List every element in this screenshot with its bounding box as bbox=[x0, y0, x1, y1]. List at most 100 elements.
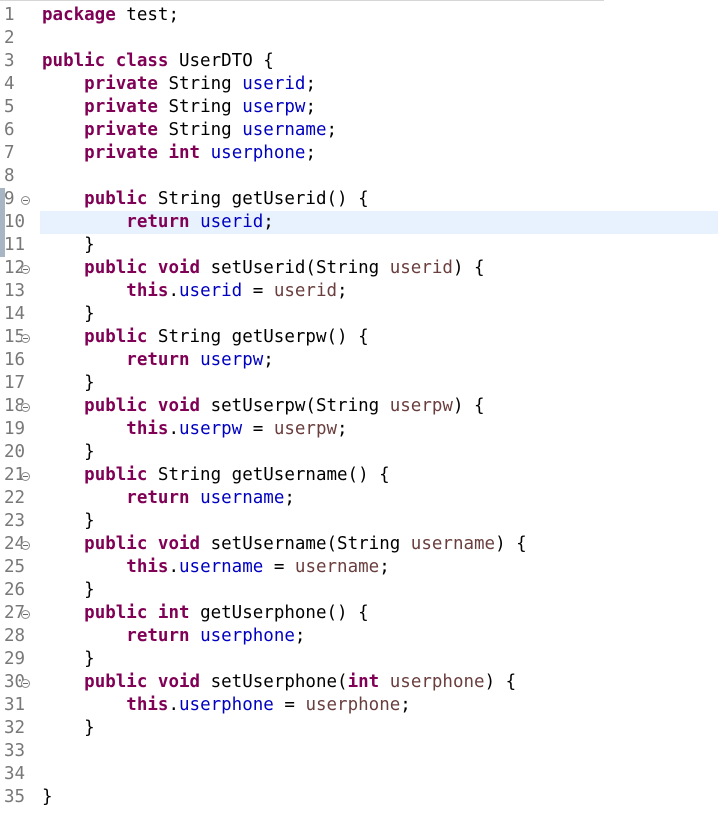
fold-collapse-icon[interactable] bbox=[21, 334, 30, 343]
keyword-token: void bbox=[157, 672, 201, 692]
gutter-line: 18 bbox=[0, 395, 38, 418]
code-line[interactable]: } bbox=[42, 372, 718, 395]
code-text: setUserphone( bbox=[200, 672, 348, 692]
keyword-token: return bbox=[126, 212, 190, 232]
keyword-token: public bbox=[84, 672, 148, 692]
line-number: 31 bbox=[4, 695, 26, 715]
code-text: setUserpw(String bbox=[200, 396, 390, 416]
code-text: ; bbox=[400, 695, 411, 715]
line-number: 11 bbox=[4, 235, 26, 255]
code-editor[interactable]: 1 2 3 4 5 6 7 8 9 10 11 12 13 14 15 16 17 18 19 20 21 22 23 24 2… bbox=[0, 0, 718, 813]
code-text: } bbox=[42, 649, 95, 669]
gutter-line: 8 bbox=[0, 165, 38, 188]
fold-collapse-icon[interactable] bbox=[21, 403, 30, 412]
code-line[interactable]: } bbox=[42, 786, 718, 809]
code-text: setUsername(String bbox=[200, 534, 411, 554]
code-line[interactable]: return userphone; bbox=[42, 625, 718, 648]
code-text: ; bbox=[337, 419, 348, 439]
line-number: 33 bbox=[4, 741, 26, 761]
code-line[interactable]: package test; bbox=[42, 4, 718, 27]
gutter-line: 9 bbox=[0, 188, 38, 211]
code-text: ) { bbox=[484, 672, 517, 692]
code-line[interactable]: } bbox=[42, 510, 718, 533]
code-text: String bbox=[157, 74, 243, 94]
code-line[interactable]: this.username = username; bbox=[42, 556, 718, 579]
code-text: . bbox=[168, 419, 179, 439]
gutter-line: 12 bbox=[0, 257, 38, 280]
code-line[interactable]: public void setUserphone(int userphone) … bbox=[42, 671, 718, 694]
code-line[interactable]: public void setUsername(String username)… bbox=[42, 533, 718, 556]
gutter-line: 10 bbox=[0, 211, 38, 234]
gutter-line: 33 bbox=[0, 740, 38, 763]
code-text: ; bbox=[305, 143, 316, 163]
fold-collapse-icon[interactable] bbox=[21, 196, 30, 205]
gutter-line: 4 bbox=[0, 73, 38, 96]
code-line[interactable]: this.userpw = userpw; bbox=[42, 418, 718, 441]
code-line[interactable]: public int getUserphone() { bbox=[42, 602, 718, 625]
code-text: ) { bbox=[452, 396, 485, 416]
fold-collapse-icon[interactable] bbox=[21, 610, 30, 619]
line-number-gutter[interactable]: 1 2 3 4 5 6 7 8 9 10 11 12 13 14 15 16 17 18 19 20 21 22 23 24 2… bbox=[0, 4, 38, 813]
code-text: UserDTO { bbox=[168, 51, 274, 71]
keyword-token: public bbox=[84, 327, 148, 347]
code-line[interactable] bbox=[42, 763, 718, 786]
gutter-line: 29 bbox=[0, 648, 38, 671]
code-line[interactable]: public void setUserpw(String userpw) { bbox=[42, 395, 718, 418]
code-text: } bbox=[42, 235, 95, 255]
code-line[interactable]: public String getUserpw() { bbox=[42, 326, 718, 349]
keyword-token: this bbox=[126, 281, 169, 301]
code-line[interactable] bbox=[42, 27, 718, 50]
code-line[interactable]: return userpw; bbox=[42, 349, 718, 372]
gutter-line: 27 bbox=[0, 602, 38, 625]
code-line[interactable]: } bbox=[42, 648, 718, 671]
code-text: } bbox=[42, 511, 95, 531]
code-line[interactable]: } bbox=[42, 234, 718, 257]
code-line[interactable]: private String username; bbox=[42, 119, 718, 142]
line-number: 32 bbox=[4, 718, 26, 738]
field-token: username bbox=[242, 120, 327, 140]
current-code-line[interactable]: return userid; bbox=[40, 211, 718, 234]
code-line[interactable]: } bbox=[42, 717, 718, 740]
keyword-token: int bbox=[347, 672, 380, 692]
code-line[interactable]: private String userpw; bbox=[42, 96, 718, 119]
code-line[interactable]: } bbox=[42, 441, 718, 464]
code-line[interactable]: return username; bbox=[42, 487, 718, 510]
code-line[interactable]: private String userid; bbox=[42, 73, 718, 96]
code-line[interactable]: this.userid = userid; bbox=[42, 280, 718, 303]
code-text: ; bbox=[305, 97, 316, 117]
fold-collapse-icon[interactable] bbox=[21, 679, 30, 688]
fold-collapse-icon[interactable] bbox=[21, 541, 30, 550]
code-line[interactable]: public class UserDTO { bbox=[42, 50, 718, 73]
code-line[interactable]: } bbox=[42, 303, 718, 326]
code-text: = bbox=[273, 695, 306, 715]
code-line[interactable]: } bbox=[42, 579, 718, 602]
line-number: 2 bbox=[4, 28, 15, 48]
code-area[interactable]: package test; public class UserDTO { priv… bbox=[40, 4, 718, 809]
code-line[interactable] bbox=[42, 165, 718, 188]
code-line[interactable]: this.userphone = userphone; bbox=[42, 694, 718, 717]
keyword-token: public bbox=[84, 258, 148, 278]
code-line[interactable]: public String getUsername() { bbox=[42, 464, 718, 487]
code-line[interactable]: private int userphone; bbox=[42, 142, 718, 165]
keyword-token: return bbox=[126, 626, 190, 646]
code-text: . bbox=[168, 281, 179, 301]
code-line[interactable]: public String getUserid() { bbox=[42, 188, 718, 211]
fold-collapse-icon[interactable] bbox=[21, 265, 30, 274]
line-number: 4 bbox=[4, 74, 15, 94]
line-number: 1 bbox=[4, 5, 15, 25]
code-line[interactable] bbox=[42, 740, 718, 763]
code-line[interactable]: public void setUserid(String userid) { bbox=[42, 257, 718, 280]
parameter-token: userpw bbox=[389, 396, 453, 416]
fold-collapse-icon[interactable] bbox=[21, 472, 30, 481]
